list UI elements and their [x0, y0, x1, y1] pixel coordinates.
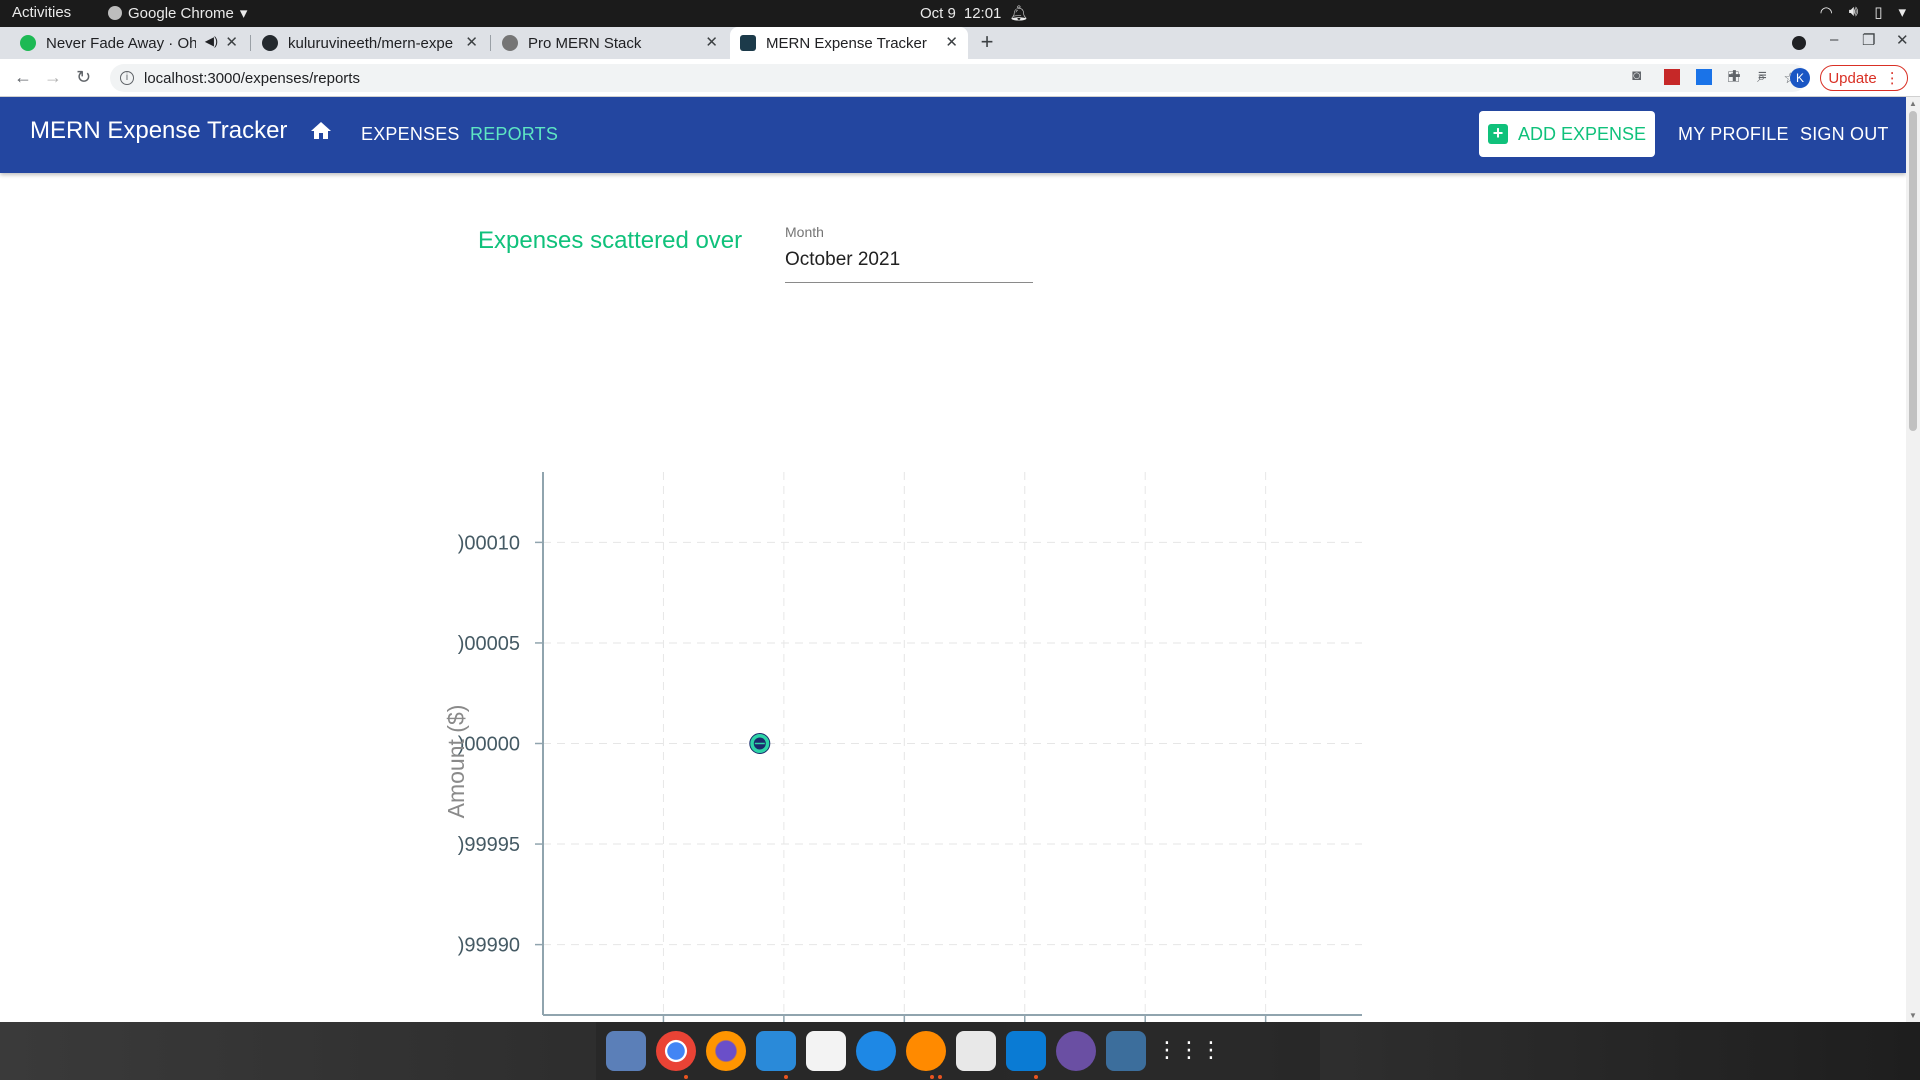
tab-search-icon[interactable]	[1792, 36, 1806, 50]
app-store-dock-icon[interactable]	[856, 1031, 896, 1071]
tab-close-icon[interactable]: ✕	[465, 33, 478, 51]
expense-scatter-chart: 51015202530)99990)99995)00000)00005)0001…	[443, 472, 1362, 1022]
tab-divider	[250, 35, 251, 51]
page-scrollbar[interactable]: ▲ ▼	[1906, 97, 1920, 1022]
reading-list-icon[interactable]: ≡	[1758, 67, 1774, 84]
tab-strip: Never Fade Away · Oh ◀︎) ✕ kuluruvineeth…	[0, 27, 1920, 59]
running-indicator	[784, 1075, 788, 1079]
tab-title: kuluruvineeth/mern-expe	[288, 34, 454, 52]
tab-title: Pro MERN Stack	[528, 34, 642, 52]
reload-icon[interactable]: ↻	[76, 67, 91, 88]
clock-date: Oct 9	[920, 4, 956, 22]
scrollbar-thumb[interactable]	[1909, 111, 1917, 431]
app-menu-label: Google Chrome	[128, 4, 234, 22]
y-tick-label: )00010	[458, 532, 520, 554]
page-viewport: MERN Expense Tracker EXPENSES REPORTS + …	[0, 97, 1906, 1022]
forward-arrow-icon[interactable]: →	[44, 67, 62, 88]
system-tray[interactable]: ◠ 🔊︎ ▯ ▾	[1820, 3, 1906, 21]
tab-mern-expense-tracker[interactable]: MERN Expense Tracker ✕	[730, 27, 968, 59]
audio-playing-icon: ◀︎)	[204, 34, 218, 48]
system-menu-chevron-icon: ▾	[1898, 4, 1906, 21]
activities-button[interactable]: Activities	[12, 4, 71, 21]
y-axis-title: Amount ($)	[443, 705, 469, 819]
running-indicator	[930, 1075, 934, 1079]
notification-bell-icon: 🔔︎	[1009, 5, 1029, 22]
books-dock-icon[interactable]	[906, 1031, 946, 1071]
app-grid-icon[interactable]: ⋮⋮⋮	[1156, 1031, 1222, 1071]
blue-extension-icon[interactable]	[1696, 69, 1712, 85]
update-label: Update	[1828, 69, 1877, 87]
y-tick-label: )99995	[458, 834, 520, 856]
running-indicator	[938, 1075, 942, 1079]
address-bar[interactable]: i localhost:3000/expenses/reports ⚿ ⌕ ☆	[110, 64, 1807, 92]
brand-title: MERN Expense Tracker	[30, 117, 288, 144]
wifi-icon: ◠	[1819, 4, 1833, 21]
close-window-button[interactable]: ✕	[1896, 31, 1909, 49]
os-top-bar: Activities Google Chrome ▾ Oct 9 12:01 🔔…	[0, 0, 1920, 27]
kebab-menu-icon: ⋮	[1884, 70, 1900, 87]
tab-title: Never Fade Away · Oh	[46, 34, 196, 52]
add-box-icon: +	[1487, 124, 1508, 144]
nav-reports-link[interactable]: REPORTS	[470, 124, 558, 145]
notes-dock-icon[interactable]	[806, 1031, 846, 1071]
nav-sign-out-link[interactable]: SIGN OUT	[1800, 124, 1889, 145]
app-favicon-icon	[740, 35, 756, 51]
month-field-underline	[785, 282, 1033, 283]
browser-toolbar: ← → ↻ i localhost:3000/expenses/reports …	[0, 59, 1920, 97]
tab-close-icon[interactable]: ✕	[945, 33, 958, 51]
update-button[interactable]: Update ⋮	[1820, 65, 1908, 91]
red-extension-icon[interactable]	[1664, 69, 1680, 85]
tab-title: MERN Expense Tracker	[766, 34, 927, 52]
home-icon[interactable]	[308, 119, 334, 143]
clock[interactable]: Oct 9 12:01 🔔︎	[920, 4, 1029, 23]
running-indicator	[1034, 1075, 1038, 1079]
caret-down-icon: ▾	[239, 5, 248, 22]
y-tick-label: )99990	[458, 935, 520, 957]
running-indicator	[684, 1075, 688, 1079]
app-bar: MERN Expense Tracker EXPENSES REPORTS + …	[0, 97, 1906, 173]
restore-window-button[interactable]: ❐	[1862, 31, 1875, 49]
nav-my-profile-link[interactable]: MY PROFILE	[1678, 124, 1789, 145]
spotify-favicon-icon	[20, 35, 36, 51]
globe-favicon-icon	[502, 35, 518, 51]
tab-close-icon[interactable]: ✕	[705, 33, 718, 51]
nav-expenses-link[interactable]: EXPENSES	[361, 124, 460, 145]
battery-icon: ▯	[1874, 4, 1883, 21]
dock: ⋮⋮⋮	[596, 1022, 1320, 1080]
github-desktop-dock-icon[interactable]	[1056, 1031, 1096, 1071]
github-favicon-icon	[262, 35, 278, 51]
y-tick-label: )00005	[458, 633, 520, 655]
add-expense-label: ADD EXPENSE	[1517, 123, 1647, 144]
profile-avatar[interactable]: K	[1790, 68, 1810, 88]
chrome-dock-icon[interactable]	[656, 1031, 696, 1071]
text-editor-dock-icon[interactable]	[956, 1031, 996, 1071]
screenshot-app-icon[interactable]	[606, 1031, 646, 1071]
tab-spotify[interactable]: Never Fade Away · Oh ◀︎) ✕	[10, 27, 248, 59]
add-expense-button[interactable]: + ADD EXPENSE	[1479, 111, 1655, 157]
scroll-up-icon[interactable]: ▲	[1909, 99, 1917, 108]
url-text: localhost:3000/expenses/reports	[144, 69, 360, 87]
puzzle-extensions-icon[interactable]: ✚	[1728, 67, 1744, 85]
vscode-dock-icon[interactable]	[1006, 1031, 1046, 1071]
finder-dock-icon[interactable]	[756, 1031, 796, 1071]
camera-extension-icon[interactable]: ◙	[1632, 67, 1648, 84]
firefox-dock-icon[interactable]	[706, 1031, 746, 1071]
chrome-icon	[108, 6, 122, 20]
tab-pro-mern[interactable]: Pro MERN Stack ✕	[492, 27, 728, 59]
back-arrow-icon[interactable]: ←	[14, 67, 32, 88]
tab-divider	[490, 35, 491, 51]
volume-icon: 🔊︎	[1848, 3, 1859, 20]
month-field-label: Month	[785, 224, 824, 240]
new-tab-button[interactable]: +	[974, 30, 1000, 56]
postgres-dock-icon[interactable]	[1106, 1031, 1146, 1071]
minimize-window-button[interactable]: –	[1830, 31, 1838, 48]
scroll-down-icon[interactable]: ▼	[1909, 1011, 1917, 1020]
report-title: Expenses scattered over	[478, 227, 743, 254]
app-menu[interactable]: Google Chrome ▾	[108, 4, 247, 22]
tab-github[interactable]: kuluruvineeth/mern-expe ✕	[252, 27, 488, 59]
site-info-icon[interactable]: i	[120, 71, 134, 85]
month-picker-input[interactable]: October 2021	[785, 249, 900, 271]
tab-close-icon[interactable]: ✕	[225, 33, 238, 51]
clock-time: 12:01	[963, 4, 1002, 22]
